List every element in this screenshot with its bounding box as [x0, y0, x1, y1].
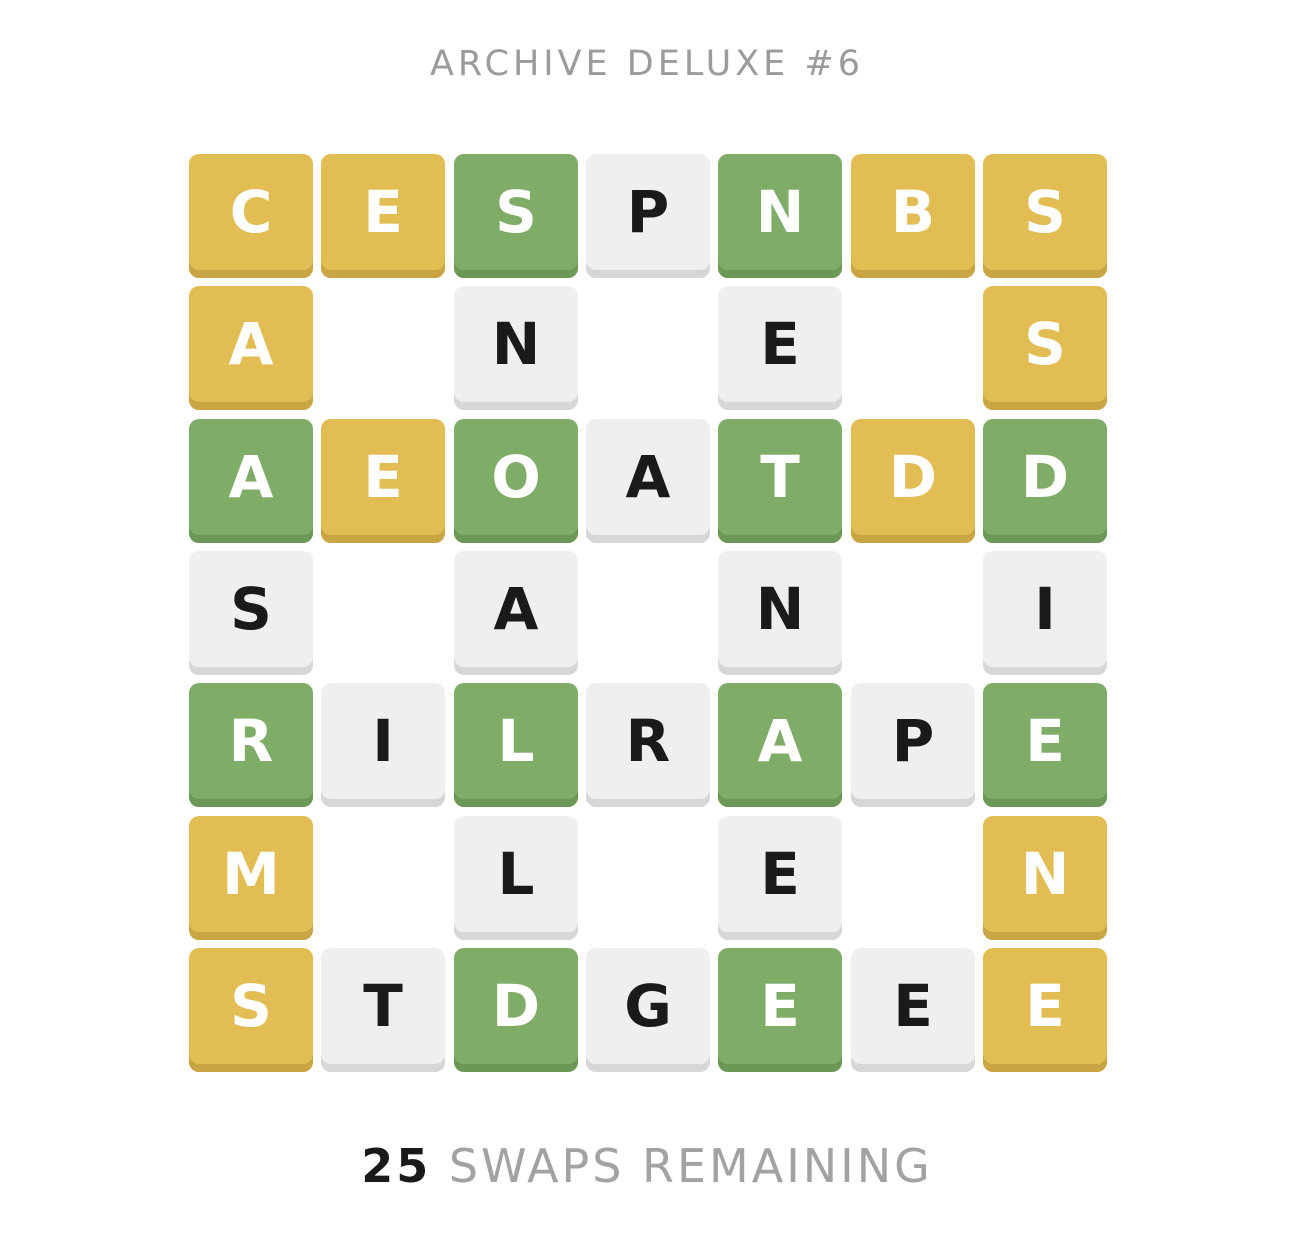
tile-r3-c5[interactable]: T [718, 419, 842, 543]
tile-r4-c7[interactable]: I [983, 551, 1107, 675]
tile-r7-c2[interactable]: T [321, 948, 445, 1072]
tile-r6-c7[interactable]: N [983, 816, 1107, 940]
tile-r6-c5[interactable]: E [718, 816, 842, 940]
tile-r3-c1[interactable]: A [189, 419, 313, 543]
tile-r5-c4[interactable]: R [586, 683, 710, 807]
puzzle-title: ARCHIVE DELUXE #6 [429, 44, 865, 84]
tile-r5-c3[interactable]: L [454, 683, 578, 807]
swaps-remaining: 25 SWAPS REMAINING [0, 1136, 1294, 1196]
tile-r1-c7[interactable]: S [983, 154, 1107, 278]
tile-r4-c1[interactable]: S [189, 551, 313, 675]
tile-r7-c7[interactable]: E [983, 948, 1107, 1072]
tile-r5-c5[interactable]: A [718, 683, 842, 807]
tile-r5-c6[interactable]: P [851, 683, 975, 807]
tile-r7-c5[interactable]: E [718, 948, 842, 1072]
tile-r2-c7[interactable]: S [983, 286, 1107, 410]
tile-r3-c2[interactable]: E [321, 419, 445, 543]
tile-r6-c3[interactable]: L [454, 816, 578, 940]
tile-r3-c4[interactable]: A [586, 419, 710, 543]
game-board: CESPNBSANESAEOATDDSANIRILRAPEMLENSTDGEEE [189, 154, 1107, 1072]
swaps-label: SWAPS REMAINING [448, 1139, 933, 1193]
tile-r5-c2[interactable]: I [321, 683, 445, 807]
tile-r4-c5[interactable]: N [718, 551, 842, 675]
tile-r3-c7[interactable]: D [983, 419, 1107, 543]
tile-r1-c3[interactable]: S [454, 154, 578, 278]
tile-r7-c6[interactable]: E [851, 948, 975, 1072]
tile-r5-c7[interactable]: E [983, 683, 1107, 807]
tile-r7-c1[interactable]: S [189, 948, 313, 1072]
tile-r7-c3[interactable]: D [454, 948, 578, 1072]
tile-r4-c3[interactable]: A [454, 551, 578, 675]
tile-r6-c1[interactable]: M [189, 816, 313, 940]
swaps-count: 25 [361, 1139, 432, 1193]
tile-r2-c5[interactable]: E [718, 286, 842, 410]
tile-r1-c4[interactable]: P [586, 154, 710, 278]
tile-r2-c3[interactable]: N [454, 286, 578, 410]
tile-r5-c1[interactable]: R [189, 683, 313, 807]
tile-r3-c3[interactable]: O [454, 419, 578, 543]
tile-r1-c1[interactable]: C [189, 154, 313, 278]
tile-r7-c4[interactable]: G [586, 948, 710, 1072]
tile-r2-c1[interactable]: A [189, 286, 313, 410]
tile-r1-c5[interactable]: N [718, 154, 842, 278]
tile-r1-c6[interactable]: B [851, 154, 975, 278]
tile-r1-c2[interactable]: E [321, 154, 445, 278]
tile-r3-c6[interactable]: D [851, 419, 975, 543]
